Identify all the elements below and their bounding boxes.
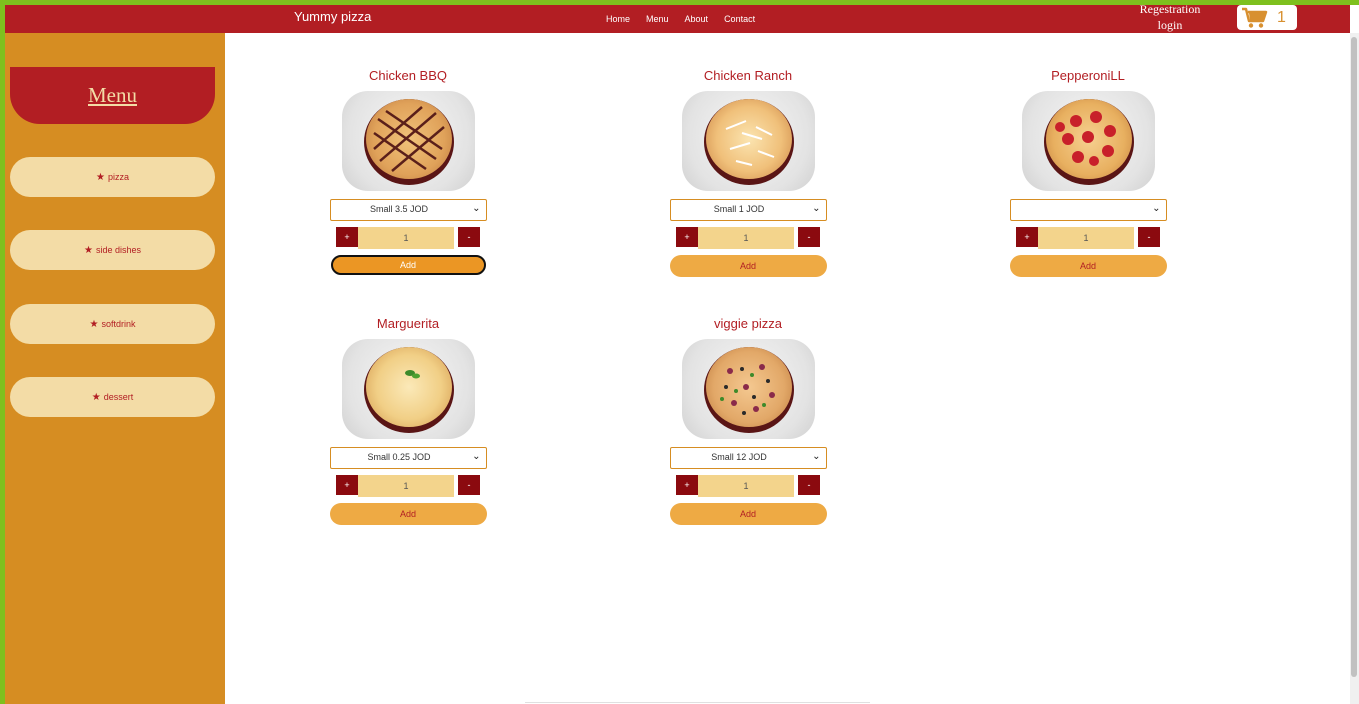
decrease-button[interactable]: -: [798, 475, 820, 495]
quantity-stepper: + 1 -: [334, 225, 488, 249]
sidebar-item-side-dishes[interactable]: ★ side dishes: [10, 230, 215, 270]
increase-button[interactable]: +: [336, 475, 358, 495]
quantity-input[interactable]: 1: [1038, 227, 1134, 249]
menu-title[interactable]: Menu: [88, 83, 137, 108]
product-card-pepperoni: PepperoniLL ⌄ + 1 - Add: [1008, 67, 1168, 277]
pizza-image: [1021, 91, 1155, 191]
vertical-scrollbar[interactable]: [1350, 33, 1359, 704]
size-select-value: Small 3.5 JOD: [369, 204, 429, 214]
add-button[interactable]: Add: [669, 255, 827, 277]
size-select[interactable]: ⌄: [1009, 199, 1167, 221]
registration-link[interactable]: Regestration: [1125, 1, 1215, 17]
chevron-down-icon: ⌄: [472, 451, 481, 462]
sidebar-item-label: pizza: [107, 172, 129, 182]
increase-button[interactable]: +: [676, 475, 698, 495]
decrease-button[interactable]: -: [458, 475, 480, 495]
sidebar: Menu ★ pizza ★ side dishes ★ softdrink ★…: [5, 33, 225, 704]
product-name: Chicken Ranch: [703, 68, 793, 83]
add-button[interactable]: Add: [330, 255, 486, 275]
divider: [525, 702, 870, 703]
login-link[interactable]: login: [1125, 17, 1215, 33]
size-select[interactable]: Small 12 JOD ⌄: [669, 447, 827, 469]
sidebar-item-label: side dishes: [95, 245, 141, 255]
size-select-value: Small 1 JOD: [713, 204, 765, 214]
star-icon: ★: [96, 171, 105, 183]
chevron-down-icon: ⌄: [812, 451, 821, 462]
chevron-down-icon: ⌄: [1152, 203, 1161, 214]
cart-icon: [1242, 7, 1268, 28]
add-button[interactable]: Add: [329, 503, 487, 525]
product-name: PepperoniLL: [1051, 68, 1125, 83]
chevron-down-icon: ⌄: [812, 203, 821, 214]
nav-links: Home Menu About Contact: [606, 5, 771, 33]
brand-title: Yummy pizza: [294, 9, 372, 24]
product-card-chicken-bbq: Chicken BBQ Small 3.5 JOD ⌄ + 1 - Add: [328, 67, 488, 275]
size-select[interactable]: Small 0.25 JOD ⌄: [329, 447, 487, 469]
sidebar-item-label: dessert: [103, 392, 134, 402]
sidebar-item-pizza[interactable]: ★ pizza: [10, 157, 215, 197]
quantity-stepper: + 1 -: [674, 473, 828, 497]
nav-link-menu[interactable]: Menu: [646, 14, 669, 24]
sidebar-item-dessert[interactable]: ★ dessert: [10, 377, 215, 417]
product-card-chicken-ranch: Chicken Ranch Small 1 JOD ⌄ + 1 - Add: [668, 67, 828, 277]
chevron-down-icon: ⌄: [472, 203, 481, 214]
size-select[interactable]: Small 1 JOD ⌄: [669, 199, 827, 221]
quantity-stepper: + 1 -: [1014, 225, 1168, 249]
menu-header: Menu: [10, 67, 215, 124]
cart-count: 1: [1277, 8, 1286, 26]
quantity-input[interactable]: 1: [698, 227, 794, 249]
product-card-marguerita: Marguerita Small 0.25 JOD ⌄ + 1 - Add: [328, 315, 488, 525]
pizza-image: [681, 91, 815, 191]
scrollbar-thumb[interactable]: [1351, 37, 1357, 677]
star-icon: ★: [84, 244, 93, 256]
increase-button[interactable]: +: [1016, 227, 1038, 247]
nav-link-about[interactable]: About: [685, 14, 709, 24]
star-icon: ★: [89, 318, 99, 330]
account-links: Regestration login: [1125, 1, 1215, 33]
sidebar-item-softdrink[interactable]: ★ softdrink: [10, 304, 215, 344]
add-button[interactable]: Add: [669, 503, 827, 525]
product-name: Marguerita: [376, 316, 440, 331]
increase-button[interactable]: +: [676, 227, 698, 247]
quantity-input[interactable]: 1: [698, 475, 794, 497]
increase-button[interactable]: +: [336, 227, 358, 247]
decrease-button[interactable]: -: [798, 227, 820, 247]
size-select[interactable]: Small 3.5 JOD ⌄: [329, 199, 487, 221]
quantity-input[interactable]: 1: [358, 227, 454, 249]
quantity-stepper: + 1 -: [674, 225, 828, 249]
decrease-button[interactable]: -: [458, 227, 480, 247]
size-select-value: Small 0.25 JOD: [367, 452, 431, 462]
add-button[interactable]: Add: [1009, 255, 1167, 277]
product-card-viggie-pizza: viggie pizza Small 12 JOD ⌄ + 1 - Add: [668, 315, 828, 525]
nav-link-home[interactable]: Home: [606, 14, 630, 24]
pizza-image: [341, 91, 475, 191]
decrease-button[interactable]: -: [1138, 227, 1160, 247]
product-name: viggie pizza: [714, 316, 782, 331]
top-navbar: Yummy pizza Home Menu About Contact Rege…: [5, 2, 1350, 33]
quantity-stepper: + 1 -: [334, 473, 488, 497]
pizza-image: [341, 339, 475, 439]
pizza-image: [681, 339, 815, 439]
star-icon: ★: [91, 391, 101, 403]
sidebar-item-label: softdrink: [101, 319, 136, 329]
product-name: Chicken BBQ: [368, 68, 448, 83]
cart-button[interactable]: 1: [1237, 5, 1297, 30]
nav-link-contact[interactable]: Contact: [724, 14, 755, 24]
size-select-value: Small 12 JOD: [711, 452, 767, 462]
quantity-input[interactable]: 1: [358, 475, 454, 497]
